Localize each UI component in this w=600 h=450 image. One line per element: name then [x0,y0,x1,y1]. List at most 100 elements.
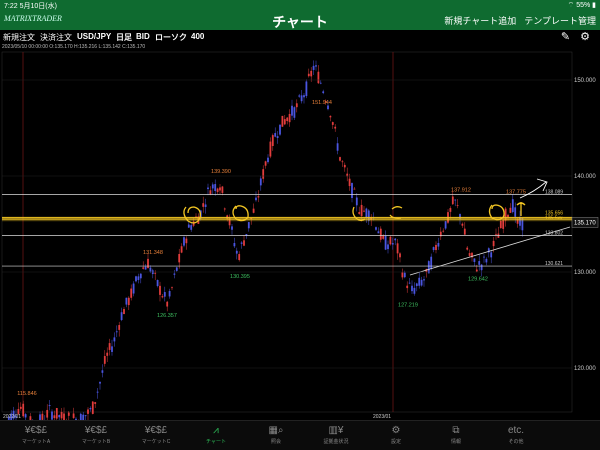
bar-count-selector[interactable]: 400 [191,32,204,41]
candle-body [355,197,358,206]
candle-body [475,269,478,272]
price-annotation: 130.395 [230,274,250,280]
candle-body [432,247,435,251]
nav-item-3[interactable]: ⩘ チャート [186,424,246,445]
candle-body [480,264,483,271]
level-label: 135.5xx [545,216,563,222]
price-annotation: 126.357 [157,313,177,319]
candle-body [55,407,58,419]
candle-body [233,243,236,247]
candle-body [365,208,368,218]
candle-body [166,301,169,307]
candle-body [259,178,262,186]
candle-body [319,82,322,84]
candle-body [286,117,289,122]
nav-item-6[interactable]: ⚙ 設定 [366,424,426,445]
candle-body [389,236,392,245]
candle-body [348,178,351,187]
candle-body [19,406,22,409]
candle-body [185,238,188,244]
candle-body [127,297,130,306]
candle-body [509,207,512,213]
candle-body [115,331,118,333]
candle-body [178,253,181,263]
candle-body [163,292,166,297]
candle-body [411,285,413,292]
candle-body [401,272,404,278]
candle-body [156,280,159,287]
candle-body [221,186,224,193]
pencil-icon[interactable]: ✎ [561,30,570,43]
candle-body [84,415,87,417]
news-icon: ⧉ [452,425,460,436]
nav-item-8[interactable]: etc. その他 [486,424,546,445]
chart-icon: ⩘ [213,425,219,436]
price-chart[interactable]: 138.089 135.656 135.5xx 133.802 130.621 135.1… [0,50,600,441]
candle-body [322,91,325,94]
price-annotations: 151.944 139.390 131.348 115.846 137.912 137.7… [17,100,526,441]
settle-order-button[interactable]: 決済注文 [40,32,72,43]
candle-body [41,413,44,420]
chart-type-selector[interactable]: ローソク [155,32,187,43]
nav-item-0[interactable]: ¥€$£ マーケットA [6,424,66,445]
candle-body [403,272,406,278]
status-bar: 7:22 5月10日(水) ⌔ 55% ▮ [0,0,600,10]
candle-body [118,325,121,330]
candle-body [399,253,401,258]
candle-body [243,240,245,246]
candle-body [96,391,99,393]
nav-item-5[interactable]: ▥¥ 証拠金状況 [306,424,366,445]
price-tick-label: 150.000 [574,78,596,84]
candle-body [466,247,469,250]
circle-mark [389,206,403,219]
nav-item-2[interactable]: ¥€$£ マーケットC [126,424,186,445]
nav-item-7[interactable]: ⧉ 情報 [426,424,486,445]
timeframe-selector[interactable]: 日足 [116,32,132,43]
candle-body [430,256,433,269]
candle-body [303,95,305,98]
candle-body [391,243,394,245]
candle-body [113,337,116,342]
candle-body [387,244,389,250]
app-header: MATRIXTRADER チャート 新規チャート追加 テンプレート管理 [0,10,600,30]
candle-body [171,287,173,289]
candle-body [329,115,332,118]
new-order-button[interactable]: 新規注文 [3,32,35,43]
candle-body [442,230,445,232]
candle-body [187,224,190,228]
candle-body [257,196,260,198]
bid-ask-selector[interactable]: BID [136,32,150,41]
candle-body [231,226,233,230]
candle-body [514,207,517,217]
candle-body [235,250,238,254]
candle-body [418,277,421,286]
candle-body [53,415,56,419]
nav-item-4[interactable]: ▦⌕ 照会 [246,424,306,445]
price-annotation: 151.944 [312,100,332,106]
candle-body [175,267,178,271]
candle-body [274,133,277,137]
gear-icon[interactable]: ⚙ [580,30,590,43]
candle-body [202,203,205,207]
template-manage-button[interactable]: テンプレート管理 [524,14,596,27]
status-battery: ⌔ 55% ▮ [567,2,596,9]
price-annotation: 127.219 [398,303,418,309]
candle-body [312,65,315,70]
margin-icon: ▥¥ [328,425,344,436]
add-chart-button[interactable]: 新規チャート追加 [444,14,516,27]
candle-body [478,261,481,265]
candle-body [396,243,399,254]
candle-body [252,208,255,213]
candle-body [219,187,221,191]
currency-pair-selector[interactable]: USD/JPY [77,32,111,41]
nav-item-1[interactable]: ¥€$£ マーケットB [66,424,126,445]
price-annotation: 131.348 [143,250,163,256]
candle-body [99,381,101,384]
candle-body [255,197,257,201]
etc-icon: etc. [507,425,525,436]
chart-canvas[interactable]: 138.089135.656135.5xx133.802130.621135.1… [0,50,600,441]
candle-body [360,204,363,217]
candle-body [46,409,49,418]
nav-item-label: マーケットA [21,439,51,445]
candle-body [305,81,308,97]
